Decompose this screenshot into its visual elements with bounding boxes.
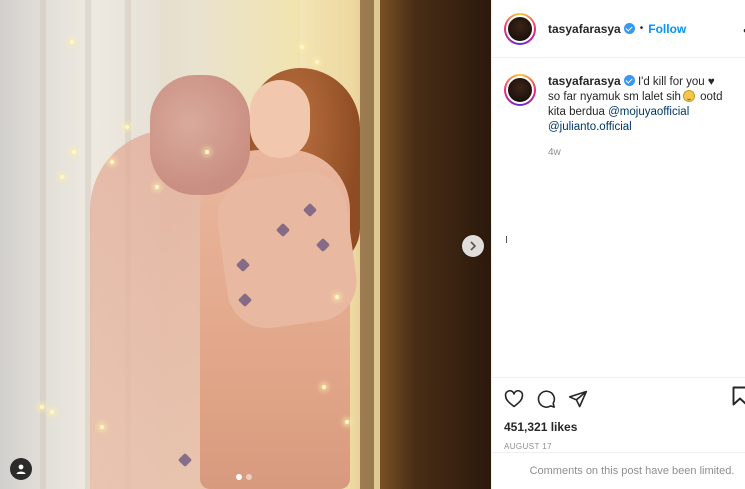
heart-icon	[504, 390, 524, 408]
sparkle	[40, 405, 44, 409]
sparkle	[100, 425, 104, 429]
post-actions: 451,321 likes AUGUST 17	[492, 377, 745, 451]
post-details-panel: tasyafarasya • Follow • tasyafarasya I'd…	[491, 0, 745, 489]
sparkle	[60, 175, 64, 179]
sparkle	[205, 150, 209, 154]
verified-badge-icon	[623, 75, 635, 86]
save-button[interactable]	[730, 386, 745, 406]
share-button[interactable]	[568, 389, 588, 409]
post-caption: tasyafarasya I'd kill for you ♥ so far n…	[492, 58, 745, 160]
post-date[interactable]: AUGUST 17	[504, 442, 734, 451]
verified-badge-icon	[623, 23, 635, 34]
sparkle	[72, 150, 76, 154]
carousel-indicator	[236, 474, 252, 480]
caption-username[interactable]: tasyafarasya	[548, 74, 621, 88]
carousel-dot-active	[236, 474, 242, 480]
follow-button[interactable]: Follow	[648, 22, 686, 36]
next-photo-button[interactable]	[462, 235, 484, 257]
sparkle	[322, 385, 326, 389]
caption-author-avatar[interactable]	[504, 74, 536, 106]
comment-icon	[537, 390, 556, 408]
bookmark-icon	[732, 386, 745, 406]
chevron-right-icon	[470, 241, 477, 251]
woman-face	[250, 80, 310, 158]
comments-limited-notice: Comments on this post have been limited.	[492, 452, 745, 489]
sparkle	[300, 45, 304, 49]
author-avatar[interactable]	[504, 12, 536, 45]
separator-dot: •	[639, 23, 644, 34]
window-edge	[360, 0, 374, 489]
sparkle	[125, 125, 129, 129]
sparkle	[335, 295, 339, 299]
like-button[interactable]	[504, 389, 524, 409]
post-header: tasyafarasya • Follow •	[492, 0, 745, 58]
likes-count[interactable]: 451,321 likes	[504, 420, 734, 434]
sparkle	[50, 410, 54, 414]
caption-text-part: so far nyamuk sm lalet sih	[548, 91, 681, 103]
text-cursor	[506, 236, 507, 243]
baby-bonnet	[150, 75, 250, 195]
author-username[interactable]: tasyafarasya	[548, 22, 621, 36]
caption-time-ago[interactable]: 4w	[548, 145, 724, 160]
smiling-face-emoji-icon	[682, 90, 695, 102]
instagram-post: tasyafarasya • Follow • tasyafarasya I'd…	[0, 0, 745, 489]
action-icons-row	[504, 386, 745, 412]
mention-link[interactable]: @mojuyaofficial	[608, 106, 689, 118]
post-photo[interactable]	[0, 0, 491, 489]
heart-emoji: ♥	[707, 76, 715, 88]
tagged-users-button[interactable]	[10, 458, 32, 480]
sparkle	[70, 40, 74, 44]
sparkle	[110, 160, 114, 164]
sparkle	[155, 185, 159, 189]
curtain-fold	[40, 0, 46, 489]
share-icon	[568, 390, 588, 408]
sparkle	[315, 60, 319, 64]
comment-button[interactable]	[536, 389, 556, 409]
mention-link[interactable]: @julianto.official	[548, 121, 632, 133]
caption-text: tasyafarasya I'd kill for you ♥ so far n…	[548, 74, 724, 160]
carousel-dot	[246, 474, 252, 480]
woman-sleeve	[212, 166, 362, 334]
sparkle	[345, 420, 349, 424]
caption-text-part: I'd kill for you	[637, 76, 708, 88]
user-tag-icon	[16, 464, 26, 474]
